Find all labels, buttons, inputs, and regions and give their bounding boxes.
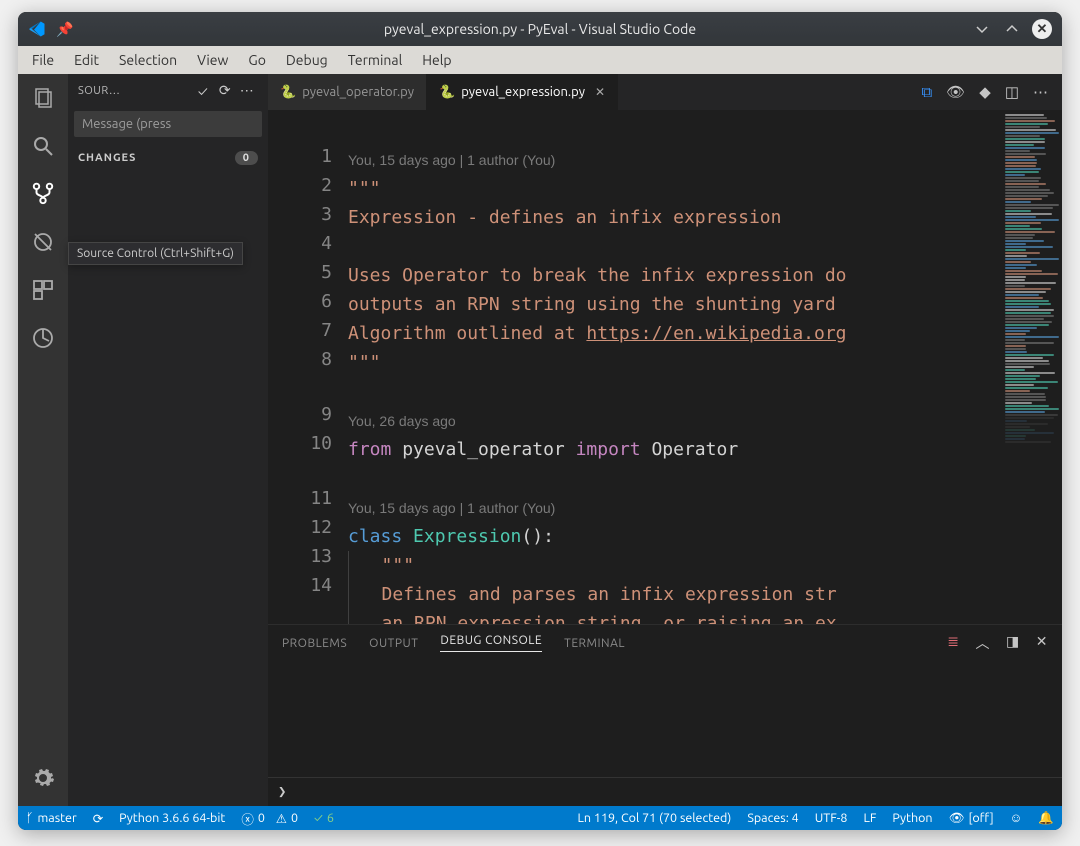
notifications-icon[interactable]: 🔔: [1030, 811, 1062, 826]
tab-label: pyeval_operator.py: [302, 85, 414, 99]
extensions-icon[interactable]: [29, 276, 57, 304]
panel-tab-debug-console[interactable]: DEBUG CONSOLE: [440, 634, 542, 652]
menu-edit[interactable]: Edit: [66, 50, 107, 70]
pin-icon[interactable]: 📌: [56, 21, 73, 38]
menu-file[interactable]: File: [24, 50, 62, 70]
code-editor[interactable]: 12345678 910 11121314 You, 15 days ago |…: [268, 110, 1062, 624]
minimize-button[interactable]: [972, 19, 992, 39]
code-lens[interactable]: You, 15 days ago | 1 author (You): [348, 500, 555, 516]
tab-pyeval-operator[interactable]: 🐍 pyeval_operator.py: [268, 74, 427, 110]
refresh-icon[interactable]: ⟳: [214, 82, 236, 99]
eol-status[interactable]: LF: [855, 811, 884, 825]
sync-button[interactable]: ⟳: [85, 806, 111, 830]
search-icon[interactable]: [29, 132, 57, 160]
source-control-icon[interactable]: [29, 180, 57, 208]
git-branch[interactable]: ᚶmaster: [18, 806, 85, 830]
more-icon[interactable]: ⋯: [236, 82, 258, 99]
gitlens-icon[interactable]: [29, 324, 57, 352]
preview-status[interactable]: 👁[off]: [941, 811, 1002, 826]
settings-gear-icon[interactable]: [29, 764, 57, 792]
collapse-panel-icon[interactable]: ︿: [976, 633, 991, 653]
python-file-icon: 🐍: [439, 85, 455, 100]
language-status[interactable]: Python: [884, 811, 940, 825]
panel-tab-problems[interactable]: PROBLEMS: [282, 637, 347, 650]
branch-icon: ᚶ: [26, 811, 34, 825]
vscode-logo-icon: [28, 20, 46, 38]
split-editor-icon[interactable]: ◫: [1005, 83, 1019, 101]
code-content[interactable]: You, 15 days ago | 1 author (You) """ Ex…: [348, 110, 1002, 624]
eye-icon: 👁: [949, 811, 965, 826]
titlebar: 📌 pyeval_expression.py - PyEval - Visual…: [18, 12, 1062, 46]
python-file-icon: 🐍: [280, 85, 296, 100]
commit-icon[interactable]: ✓: [192, 83, 214, 99]
bottom-panel: PROBLEMS OUTPUT DEBUG CONSOLE TERMINAL ≣…: [268, 624, 1062, 806]
menu-selection[interactable]: Selection: [111, 50, 185, 70]
code-lens[interactable]: You, 26 days ago: [348, 413, 456, 429]
menu-help[interactable]: Help: [414, 50, 459, 70]
menu-go[interactable]: Go: [240, 50, 273, 70]
tab-label: pyeval_expression.py: [461, 85, 585, 99]
close-button[interactable]: ✕: [1032, 19, 1052, 39]
encoding-status[interactable]: UTF-8: [807, 811, 856, 825]
open-changes-icon[interactable]: ◆: [979, 83, 991, 101]
activity-bar: Source Control (Ctrl+Shift+G): [18, 74, 68, 806]
explorer-icon[interactable]: [29, 84, 57, 112]
panel-tab-output[interactable]: OUTPUT: [369, 637, 418, 650]
close-tab-icon[interactable]: ✕: [595, 85, 605, 99]
toggle-file-blame-icon[interactable]: 👁: [946, 83, 965, 101]
status-bar: ᚶmaster ⟳ Python 3.6.6 64-bit ⓧ0 ⚠0 ✓ 6 …: [18, 806, 1062, 830]
changes-section-label[interactable]: CHANGES: [78, 152, 136, 164]
menu-terminal[interactable]: Terminal: [340, 50, 411, 70]
line-number-gutter: 12345678 910 11121314: [268, 110, 348, 624]
changes-count-badge: 0: [235, 151, 258, 165]
problems-status[interactable]: ⓧ0 ⚠0: [233, 806, 306, 830]
sidebar: SOUR… ✓ ⟳ ⋯ Message (press CHANGES 0: [68, 74, 268, 806]
minimap[interactable]: [1002, 110, 1062, 624]
feedback-icon[interactable]: ☺: [1002, 811, 1031, 825]
menu-debug[interactable]: Debug: [278, 50, 336, 70]
checks-status[interactable]: ✓ 6: [306, 806, 342, 830]
maximize-button[interactable]: [1002, 19, 1022, 39]
close-panel-icon[interactable]: ✕: [1036, 633, 1048, 653]
activity-tooltip: Source Control (Ctrl+Shift+G): [68, 242, 243, 265]
panel-tab-terminal[interactable]: TERMINAL: [564, 637, 625, 650]
cursor-position[interactable]: Ln 119, Col 71 (70 selected): [570, 811, 740, 825]
more-actions-icon[interactable]: ⋯: [1033, 83, 1048, 101]
debug-icon[interactable]: [29, 228, 57, 256]
menubar: File Edit Selection View Go Debug Termin…: [18, 46, 1062, 74]
sidebar-title: SOUR…: [78, 85, 192, 97]
indentation-status[interactable]: Spaces: 4: [739, 811, 806, 825]
debug-console-input[interactable]: ❯: [268, 777, 1062, 806]
clear-console-icon[interactable]: ≣: [947, 633, 959, 653]
code-lens[interactable]: You, 15 days ago | 1 author (You): [348, 152, 555, 168]
compare-changes-icon[interactable]: ⧉: [922, 83, 933, 101]
commit-message-input[interactable]: Message (press: [74, 111, 262, 137]
menu-view[interactable]: View: [189, 50, 236, 70]
python-interpreter[interactable]: Python 3.6.6 64-bit: [111, 806, 233, 830]
tab-pyeval-expression[interactable]: 🐍 pyeval_expression.py ✕: [427, 74, 618, 110]
maximize-panel-icon[interactable]: ◨: [1006, 633, 1020, 653]
window-title: pyeval_expression.py - PyEval - Visual S…: [18, 21, 1062, 37]
error-icon: ⓧ: [241, 809, 254, 828]
editor-tabs: 🐍 pyeval_operator.py 🐍 pyeval_expression…: [268, 74, 1062, 110]
warning-icon: ⚠: [276, 811, 287, 826]
sync-icon: ⟳: [93, 811, 103, 826]
